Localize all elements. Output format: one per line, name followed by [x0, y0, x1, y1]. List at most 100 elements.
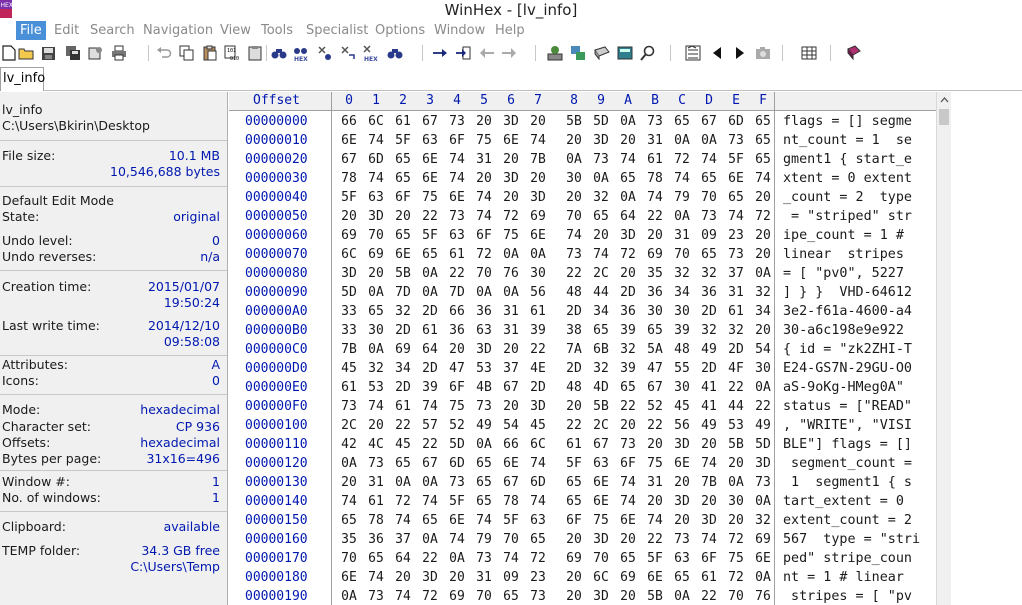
hex-byte[interactable]: 3D	[421, 570, 439, 585]
hex-byte[interactable]: 20	[565, 589, 583, 604]
hex-byte[interactable]: 5D	[754, 437, 772, 452]
text-column-cell[interactable]: E24-GS7N-29GU-O0	[783, 361, 912, 376]
hex-byte[interactable]: 61	[700, 570, 718, 585]
hex-row[interactable]: 00000150 65 78 74 65 6E 74 5F 63 6F 75 6E 74 20 3D 20 32…	[229, 512, 936, 531]
hex-row[interactable]: 00000140 74 61 72 74 5F 65 78 74 65 6E 74 20 3D 20 30 0A…	[229, 493, 936, 512]
hex-byte[interactable]: 76	[502, 266, 520, 281]
hex-byte[interactable]: 32	[700, 266, 718, 281]
hex-byte[interactable]: 74	[394, 513, 412, 528]
hex-byte[interactable]: 31	[646, 475, 664, 490]
hex-byte[interactable]: 4D	[592, 380, 610, 395]
hex-byte[interactable]: 3D	[592, 133, 610, 148]
hex-byte[interactable]: 65	[754, 133, 772, 148]
hex-byte[interactable]: 74	[529, 494, 547, 509]
hex-byte[interactable]: 7B	[340, 342, 358, 357]
back-icon[interactable]	[478, 44, 496, 62]
menu-options[interactable]: Options	[371, 21, 429, 40]
hex-byte[interactable]: 0A	[502, 247, 520, 262]
text-column-cell[interactable]: 30-a6c198e9e922	[783, 323, 912, 338]
text-column-cell[interactable]: ipe_count = 1 #	[783, 228, 912, 243]
hex-byte[interactable]: 20	[754, 247, 772, 262]
text-column-cell[interactable]: linear stripes	[783, 247, 912, 262]
hex-byte[interactable]: 3D	[673, 494, 691, 509]
hex-row[interactable]: 000000E0 61 53 2D 39 6F 4B 67 2D 48 4D 65 67 30 41 22 0A…	[229, 379, 936, 398]
hex-byte[interactable]: 78	[646, 171, 664, 186]
hex-byte[interactable]: 65	[340, 513, 358, 528]
hex-byte[interactable]: 09	[502, 570, 520, 585]
edit-disk-icon[interactable]	[546, 44, 564, 62]
hex-byte[interactable]: 20	[502, 152, 520, 167]
hex-byte[interactable]: 70	[700, 190, 718, 205]
hex-byte[interactable]: 32	[394, 304, 412, 319]
hex-byte[interactable]: 31	[475, 152, 493, 167]
hex-byte[interactable]: 75	[592, 513, 610, 528]
template-icon[interactable]	[684, 44, 702, 62]
hex-byte[interactable]: 6D	[367, 152, 385, 167]
hex-byte[interactable]: 0A	[619, 114, 637, 129]
hex-byte[interactable]: 2D	[565, 361, 583, 376]
hex-byte[interactable]: 34	[394, 361, 412, 376]
new-file-icon[interactable]	[0, 44, 18, 62]
hex-byte[interactable]: 61	[529, 304, 547, 319]
hex-byte[interactable]: 63	[367, 190, 385, 205]
hex-byte[interactable]: 20	[529, 171, 547, 186]
hex-byte[interactable]: 75	[421, 190, 439, 205]
hex-byte[interactable]: 22	[421, 437, 439, 452]
scroll-thumb[interactable]	[939, 109, 949, 125]
hex-byte[interactable]: 74	[529, 133, 547, 148]
text-column-cell[interactable]: status = ["READ"	[783, 399, 912, 414]
hex-byte[interactable]: 34	[754, 304, 772, 319]
hex-byte[interactable]: 65	[700, 171, 718, 186]
hex-editor[interactable]: Offset 0123456789ABCDEF 00000000 66 6C 61 67…	[229, 92, 1022, 605]
hex-byte[interactable]: 20	[565, 190, 583, 205]
hex-byte[interactable]: 70	[475, 589, 493, 604]
hex-byte[interactable]: 69	[565, 551, 583, 566]
hex-byte[interactable]: 32	[592, 190, 610, 205]
hex-byte[interactable]: 49	[700, 418, 718, 433]
undo-icon[interactable]	[155, 44, 173, 62]
hex-byte[interactable]: 73	[475, 399, 493, 414]
hex-byte[interactable]: 20	[565, 399, 583, 414]
hex-byte[interactable]: 6F	[565, 513, 583, 528]
hex-byte[interactable]: 78	[502, 494, 520, 509]
hex-byte[interactable]: 22	[529, 342, 547, 357]
hex-byte[interactable]: 66	[502, 437, 520, 452]
hex-byte[interactable]: 6F	[619, 456, 637, 471]
hex-byte[interactable]: 2D	[565, 304, 583, 319]
hex-byte[interactable]: 5F	[340, 190, 358, 205]
hex-row[interactable]: 000000B0 33 30 2D 61 36 63 31 39 38 65 39 65 39 32 32 20…	[229, 322, 936, 341]
hex-byte[interactable]: 75	[646, 456, 664, 471]
menu-tools[interactable]: Tools	[257, 21, 297, 40]
hex-byte[interactable]: 0A	[340, 456, 358, 471]
hex-byte[interactable]: 48	[565, 380, 583, 395]
hex-byte[interactable]: 74	[367, 570, 385, 585]
hex-byte[interactable]: 6E	[502, 133, 520, 148]
hex-byte[interactable]: 70	[502, 532, 520, 547]
hex-byte[interactable]: 5F	[448, 494, 466, 509]
tab-lv-info[interactable]: lv_info	[0, 67, 45, 91]
hex-byte[interactable]: 5B	[592, 399, 610, 414]
hex-byte[interactable]: 67	[646, 380, 664, 395]
table-icon[interactable]	[800, 44, 818, 62]
ram-icon[interactable]	[569, 44, 587, 62]
hex-byte[interactable]: 6E	[754, 551, 772, 566]
goto-offset-icon[interactable]	[431, 44, 449, 62]
menu-file[interactable]: File	[16, 21, 46, 40]
hex-byte[interactable]: 7D	[448, 285, 466, 300]
text-column-cell[interactable]: { id = "zk2ZHI-T	[783, 342, 912, 357]
hex-byte[interactable]: 20	[340, 209, 358, 224]
hex-byte[interactable]: 0A	[529, 247, 547, 262]
hex-byte[interactable]: 75	[448, 399, 466, 414]
hex-byte[interactable]: 74	[448, 152, 466, 167]
hex-byte[interactable]: 20	[502, 190, 520, 205]
hex-byte[interactable]: 22	[421, 209, 439, 224]
hex-byte[interactable]: 36	[448, 323, 466, 338]
hex-byte[interactable]: 70	[727, 589, 745, 604]
hex-byte[interactable]: 70	[565, 209, 583, 224]
hex-row[interactable]: 00000130 20 31 0A 0A 73 65 67 6D 65 6E 74 31 20 7B 0A 73…	[229, 474, 936, 493]
hex-byte[interactable]: 32	[727, 323, 745, 338]
hex-byte[interactable]: 5F	[565, 456, 583, 471]
hex-byte[interactable]: 2D	[394, 323, 412, 338]
hex-byte[interactable]: 20	[727, 513, 745, 528]
hex-byte[interactable]: 20	[754, 323, 772, 338]
